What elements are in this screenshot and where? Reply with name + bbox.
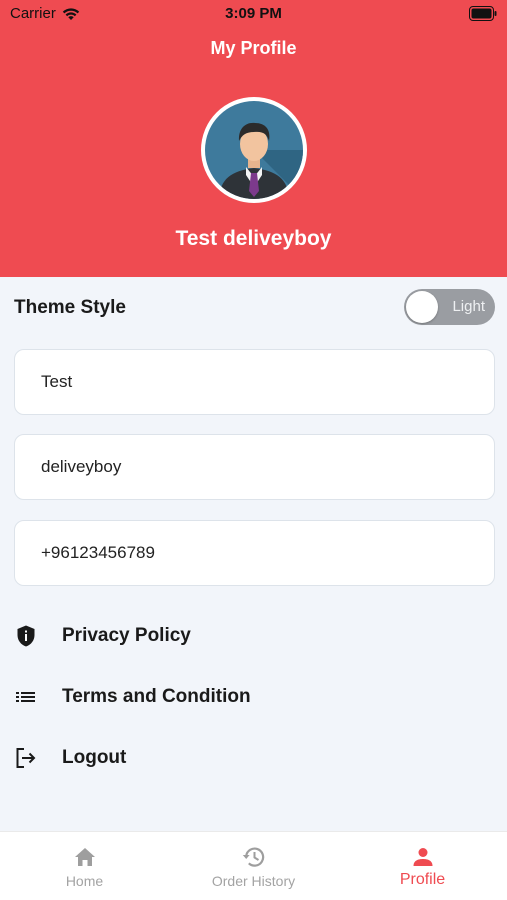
phone-field[interactable] [14, 520, 495, 586]
battery-icon [469, 6, 497, 21]
phone-input[interactable] [41, 521, 471, 585]
nav-home-label: Home [65, 873, 104, 889]
status-bar: Carrier 3:09 PM [0, 0, 507, 28]
status-time: 3:09 PM [225, 5, 282, 22]
theme-toggle-text: Light [452, 298, 485, 315]
nav-order-history[interactable]: Order History [169, 832, 338, 900]
nav-home[interactable]: Home [0, 832, 169, 900]
first-name-input[interactable] [41, 350, 471, 414]
terms-condition-item[interactable]: Terms and Condition [14, 675, 495, 719]
shield-icon [17, 625, 35, 647]
home-icon [75, 848, 95, 866]
nav-profile-label: Profile [399, 871, 446, 888]
last-name-input[interactable] [41, 435, 471, 499]
logout-label: Logout [62, 747, 127, 768]
user-name: Test deliveyboy [175, 227, 332, 250]
logout-icon [16, 748, 36, 768]
toggle-knob [406, 291, 438, 323]
nav-order-history-label: Order History [211, 873, 296, 889]
bottom-navigation: Home Order History Profile [0, 831, 507, 900]
nav-profile[interactable]: Profile [338, 832, 507, 900]
page-title: My Profile [210, 38, 297, 58]
logout-item[interactable]: Logout [14, 736, 495, 780]
avatar[interactable] [201, 97, 307, 203]
privacy-policy-item[interactable]: Privacy Policy [14, 614, 495, 658]
person-icon [413, 848, 433, 866]
last-name-field[interactable] [14, 434, 495, 500]
terms-condition-label: Terms and Condition [62, 686, 251, 707]
theme-style-label: Theme Style [14, 297, 126, 318]
history-icon [242, 847, 265, 867]
user-avatar-icon [205, 101, 303, 199]
theme-style-row: Theme Style Light [14, 288, 495, 326]
list-icon [16, 692, 35, 702]
first-name-field[interactable] [14, 349, 495, 415]
profile-header: Carrier 3:09 PM My Profile Test deliveyb… [0, 0, 507, 277]
privacy-policy-label: Privacy Policy [62, 625, 191, 646]
theme-toggle[interactable]: Light [404, 289, 495, 325]
